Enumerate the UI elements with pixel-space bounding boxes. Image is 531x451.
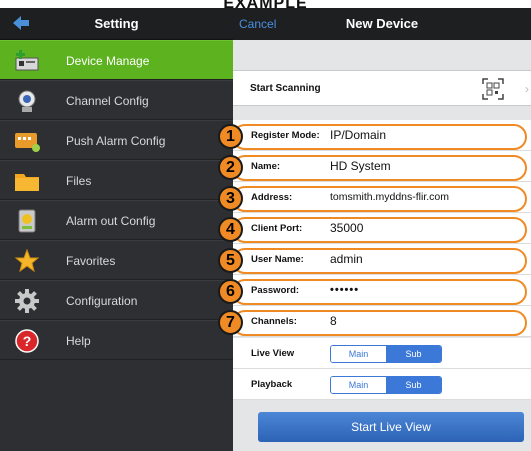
sidebar-item-label: Push Alarm Config (66, 134, 166, 148)
start-scanning-label: Start Scanning (250, 83, 321, 94)
sidebar-item-favorites[interactable]: Favorites (0, 240, 233, 280)
callout-number: 5 (218, 248, 243, 273)
back-arrow-icon[interactable] (10, 12, 32, 34)
sidebar-item-push-alarm-config[interactable]: Push Alarm Config (0, 120, 233, 160)
live-view-label: Live View (251, 348, 295, 359)
qr-code-icon[interactable] (482, 78, 504, 100)
live-view-sub-option[interactable]: Sub (386, 346, 441, 362)
sidebar-item-alarm-out-config[interactable]: Alarm out Config (0, 200, 233, 240)
gear-icon (13, 287, 41, 315)
sidebar-title: Setting (94, 16, 139, 31)
sidebar-header: Setting (0, 8, 233, 40)
playback-main-option[interactable]: Main (331, 377, 386, 393)
cancel-button[interactable]: Cancel (239, 8, 276, 40)
callout-outline (232, 310, 527, 336)
callout-number: 4 (218, 217, 243, 242)
chevron-right-icon: › (525, 82, 529, 96)
sidebar-item-label: Files (66, 174, 92, 188)
playback-stream-toggle[interactable]: Main Sub (330, 376, 442, 394)
callout-number: 6 (218, 279, 243, 304)
callout-outline (232, 124, 527, 150)
folder-icon (13, 167, 41, 195)
callout-number: 2 (218, 155, 243, 180)
sidebar-item-configuration[interactable]: Configuration (0, 280, 233, 320)
star-icon (13, 247, 41, 275)
callout-number: 1 (218, 124, 243, 149)
playback-label: Playback (251, 379, 293, 390)
playback-sub-option[interactable]: Sub (386, 377, 441, 393)
device-manage-icon (13, 47, 41, 75)
callout-outline (232, 155, 527, 181)
live-view-main-option[interactable]: Main (331, 346, 386, 362)
settings-sidebar: Setting Device Manage Channel Config Pus… (0, 8, 233, 451)
panel-header: Cancel New Device (233, 8, 531, 40)
sidebar-item-device-manage[interactable]: Device Manage (0, 40, 233, 80)
alarm-out-icon (13, 207, 41, 235)
callout-outline (232, 217, 527, 243)
sidebar-item-label: Favorites (66, 254, 116, 268)
sidebar-item-label: Alarm out Config (66, 214, 156, 228)
live-view-stream-toggle[interactable]: Main Sub (330, 345, 442, 363)
panel-title: New Device (345, 16, 419, 31)
callout-outline (232, 279, 527, 305)
sidebar-item-label: Channel Config (66, 94, 149, 108)
callout-number: 3 (218, 186, 243, 211)
help-icon: ? (13, 327, 41, 355)
top-caption: EXAMPLE (0, 0, 531, 8)
live-view-row: Live View Main Sub (233, 338, 531, 369)
start-live-view-button[interactable]: Start Live View (258, 412, 524, 442)
sidebar-item-label: Device Manage (66, 54, 150, 68)
sidebar-item-help[interactable]: ? Help (0, 320, 233, 360)
callout-outline (232, 248, 527, 274)
push-alarm-icon (13, 127, 41, 155)
start-scanning-row[interactable]: Start Scanning › (233, 70, 531, 106)
camera-icon (13, 87, 41, 115)
sidebar-item-files[interactable]: Files (0, 160, 233, 200)
sidebar-item-label: Configuration (66, 294, 138, 308)
sidebar-item-channel-config[interactable]: Channel Config (0, 80, 233, 120)
playback-row: Playback Main Sub (233, 369, 531, 400)
svg-text:?: ? (23, 333, 32, 349)
callout-number: 7 (218, 310, 243, 335)
callout-outline (232, 186, 527, 212)
sidebar-item-label: Help (66, 334, 91, 348)
